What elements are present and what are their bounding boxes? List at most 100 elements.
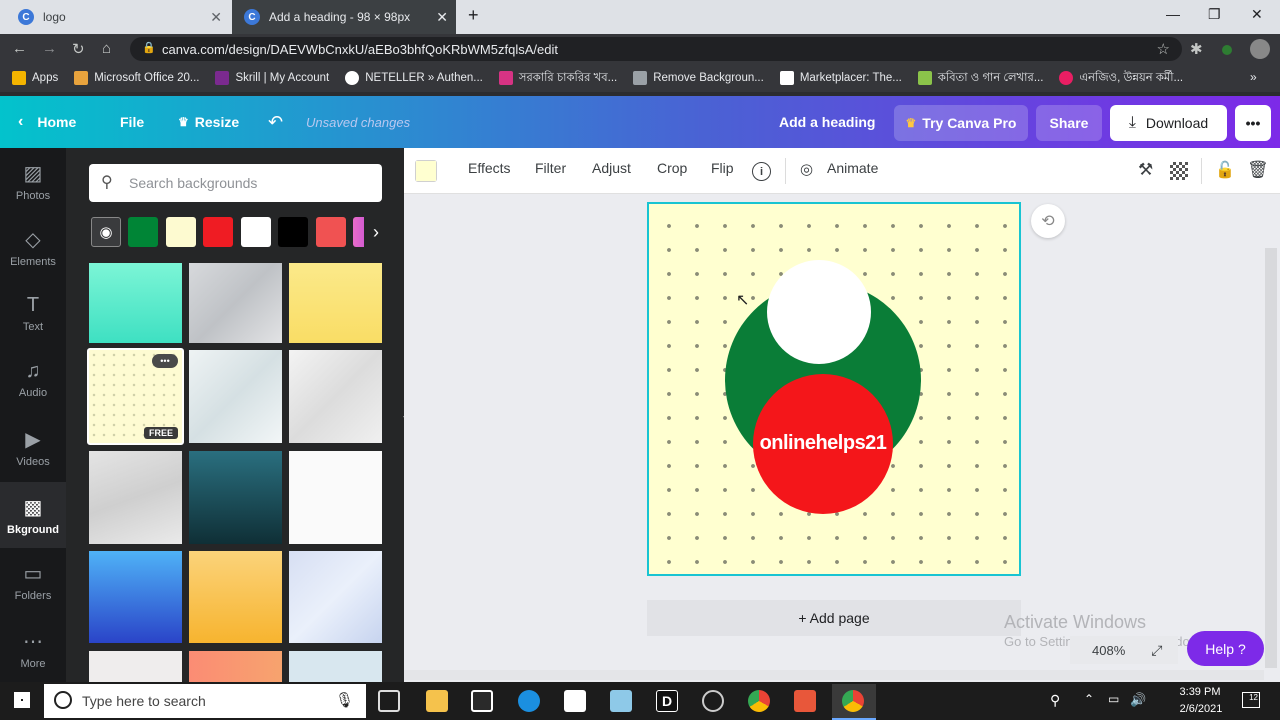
minimize-window-icon[interactable]: — [1166,6,1180,22]
windows-start-icon[interactable] [14,692,30,708]
back-arrow-icon[interactable]: ← [12,40,27,57]
rail-item-videos[interactable]: ▶ Videos [0,414,66,480]
add-page-button[interactable]: + Add page [647,600,1021,636]
task-view-icon[interactable] [378,690,400,712]
bookmark-office[interactable]: Microsoft Office 20... [74,71,199,85]
rail-item-elements[interactable]: ◇ Elements [0,214,66,280]
browser-tab-logo[interactable]: C logo ✕ [6,0,230,34]
bookmark-skrill[interactable]: Skrill | My Account [215,71,329,85]
filter-button[interactable]: Filter [535,160,566,176]
color-swatch-red[interactable] [203,217,233,247]
clock-date[interactable]: 2/6/2021 [1174,703,1228,715]
home-button[interactable]: ‹ Home [18,96,76,148]
logo-graphic[interactable] [649,204,1019,574]
bookmarks-overflow-icon[interactable]: » [1250,70,1257,84]
share-button[interactable]: Share [1036,105,1102,141]
bookmark-ngo[interactable]: এনজিও, উন্নয়ন কর্মী... [1059,69,1183,88]
bookmark-apps[interactable]: Apps [12,71,58,85]
color-swatch-black[interactable] [278,217,308,247]
color-swatch-green[interactable] [128,217,158,247]
vertical-scrollbar[interactable] [1265,248,1277,668]
profile-avatar[interactable] [1250,39,1270,59]
background-thumbnail[interactable] [189,451,282,544]
taskbar-search-box[interactable]: Type here to search 🎙 [44,684,366,718]
mail-icon[interactable] [564,690,586,712]
download-button[interactable]: ⤓ Download [1110,105,1227,141]
background-thumbnail[interactable] [289,350,382,443]
fullscreen-icon[interactable]: ⤢ [1151,642,1162,659]
color-swatch-cream[interactable] [166,217,196,247]
background-thumbnail[interactable] [89,551,182,643]
design-canvas[interactable]: onlinehelps21 [647,202,1021,576]
notification-center-icon[interactable]: 12 [1242,692,1260,708]
adjust-button[interactable]: Adjust [592,160,631,176]
close-tab-icon[interactable]: ✕ [436,9,448,26]
new-tab-plus-icon[interactable]: + [468,5,479,26]
background-thumbnail-selected[interactable]: ••• FREE [87,348,184,445]
tray-chevron-icon[interactable]: ⌃ [1084,692,1094,706]
bookmark-star-icon[interactable]: ☆ [1157,40,1170,58]
address-bar[interactable]: 🔒 canva.com/design/DAEVWbCnxkU/aEBo3bhfQ… [130,37,1182,61]
rail-item-text[interactable]: T Text [0,280,66,346]
help-button[interactable]: Help ? [1187,631,1264,666]
logo-text[interactable]: onlinehelps21 [753,432,893,455]
lock-icon[interactable]: 🔓 [1215,160,1235,180]
rail-item-more[interactable]: ⋯ More [0,616,66,682]
rail-item-folders[interactable]: ▭ Folders [0,548,66,614]
undo-icon[interactable]: ↶ [268,96,283,148]
edge-icon[interactable] [518,690,540,712]
people-icon[interactable]: ⚲ [1050,692,1060,709]
file-explorer-icon[interactable] [426,690,448,712]
comment-icon[interactable]: ⟲ [1031,204,1065,238]
white-circle[interactable] [767,260,871,364]
chrome-active-icon[interactable] [842,690,864,712]
try-canva-pro-button[interactable]: ♛ Try Canva Pro [894,105,1028,141]
store-icon[interactable] [471,690,493,712]
resize-button[interactable]: ♛ Resize [178,96,239,148]
extensions-puzzle-icon[interactable]: ✱ [1190,40,1203,58]
background-thumbnail[interactable] [189,350,282,443]
flip-button[interactable]: Flip [711,160,734,176]
background-thumbnail[interactable] [89,263,182,343]
trash-icon[interactable]: 🗑 [1247,160,1269,180]
background-thumbnail[interactable] [189,263,282,343]
background-thumbnail[interactable] [289,451,382,544]
search-backgrounds-input[interactable]: ⚲ Search backgrounds [89,164,382,202]
app-icon[interactable] [794,690,816,712]
reload-icon[interactable]: ↻ [72,40,85,58]
thumbnail-more-icon[interactable]: ••• [152,354,178,368]
bookmark-remove-bg[interactable]: Remove Backgroun... [633,71,764,85]
color-palette-icon[interactable]: ◉ [91,217,121,247]
bookmark-neteller[interactable]: NETELLER » Authen... [345,71,483,85]
chrome-icon[interactable] [748,690,770,712]
design-title[interactable]: Add a heading [779,96,875,148]
file-menu-button[interactable]: File [120,96,144,148]
crop-button[interactable]: Crop [657,160,687,176]
extension-dot-icon[interactable] [1222,45,1232,55]
background-thumbnail[interactable] [89,451,182,544]
background-thumbnail[interactable] [289,551,382,643]
close-tab-icon[interactable]: ✕ [210,9,222,26]
background-thumbnail[interactable] [289,263,382,343]
background-thumbnail[interactable] [189,651,282,682]
clock-time[interactable]: 3:39 PM [1178,686,1222,698]
horizontal-scrollbar[interactable] [404,670,1264,680]
paint-roller-icon[interactable]: ⚒ [1138,160,1153,180]
bookmark-govt-jobs[interactable]: সরকারি চাকরির খব... [498,69,617,88]
d-app-icon[interactable]: D [656,690,678,712]
rail-item-audio[interactable]: ♫ Audio [0,346,66,412]
background-thumbnail[interactable] [89,651,182,682]
more-options-button[interactable]: ••• [1235,105,1271,141]
obs-icon[interactable] [702,690,724,712]
transparency-icon[interactable] [1170,162,1188,180]
background-color-swatch[interactable] [415,160,437,182]
app-icon[interactable] [610,690,632,712]
microphone-icon[interactable]: 🎙 [335,691,354,709]
color-swatch-coral[interactable] [316,217,346,247]
close-window-icon[interactable]: ✕ [1251,6,1263,23]
bookmark-marketplacer[interactable]: Marketplacer: The... [779,71,902,85]
background-thumbnail[interactable] [289,651,382,682]
browser-tab-active[interactable]: C Add a heading - 98 × 98px ✕ [232,0,456,34]
effects-button[interactable]: Effects [468,160,511,176]
rail-item-background[interactable]: ▩ Bkground [0,482,66,548]
